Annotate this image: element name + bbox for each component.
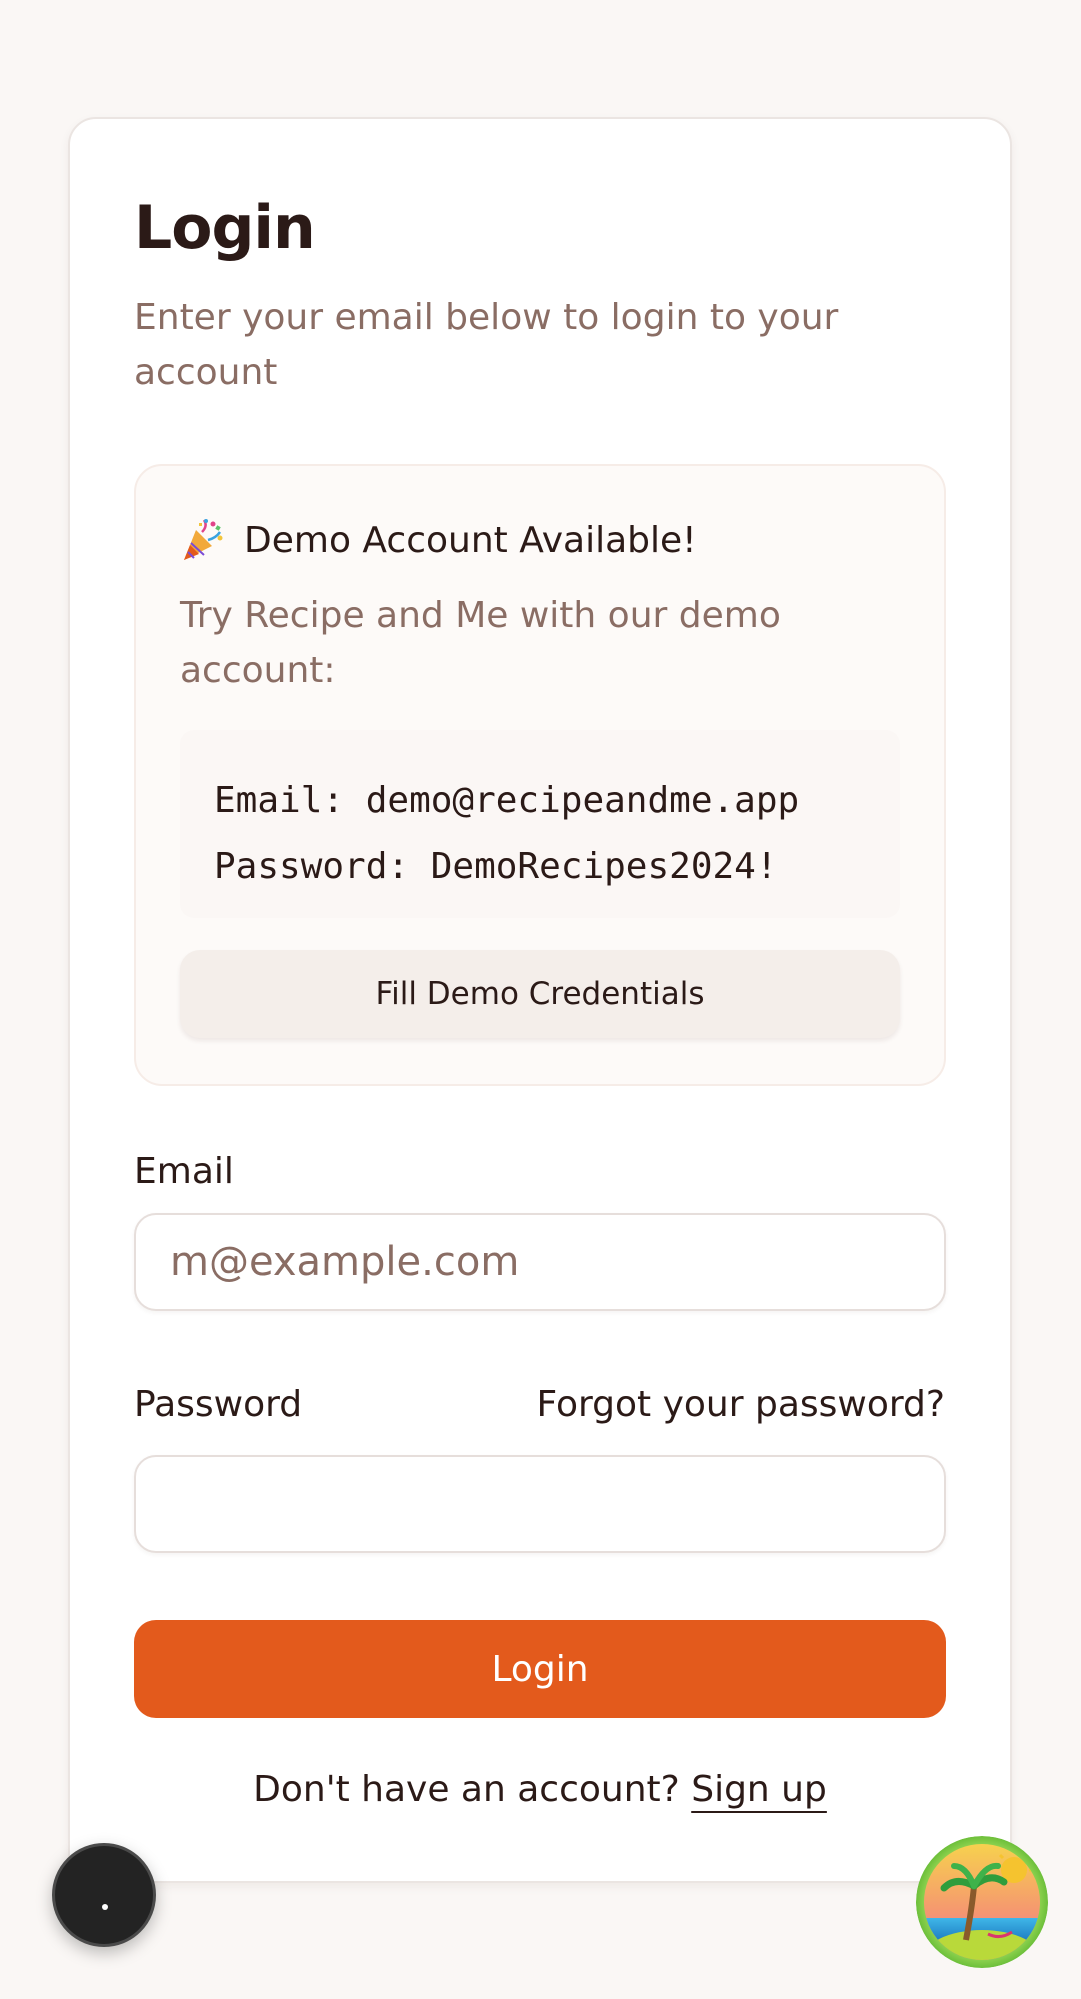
party-popper-icon bbox=[180, 518, 224, 562]
email-label: Email bbox=[134, 1151, 234, 1192]
demo-panel-description: Try Recipe and Me with our demo account: bbox=[180, 595, 781, 691]
avatar-button[interactable] bbox=[916, 1836, 1048, 1968]
signup-prompt: Don't have an account? Sign up bbox=[68, 1762, 1012, 1818]
fill-demo-credentials-button[interactable]: Fill Demo Credentials bbox=[180, 950, 900, 1038]
signup-link[interactable]: Sign up bbox=[691, 1769, 827, 1810]
beach-avatar-icon bbox=[916, 1836, 1048, 1968]
forgot-password-link[interactable]: Forgot your password? bbox=[537, 1380, 945, 1430]
dev-tools-icon bbox=[102, 1904, 108, 1910]
page-title: Login bbox=[134, 193, 316, 263]
demo-panel-title: Demo Account Available! bbox=[244, 519, 697, 561]
demo-panel-header: Demo Account Available! bbox=[180, 512, 697, 568]
demo-credentials-block: Email: demo@recipeandme.app Password: De… bbox=[180, 730, 900, 918]
page-subtitle: Enter your email below to login to your … bbox=[134, 297, 839, 393]
demo-email-line: Email: demo@recipeandme.app bbox=[214, 780, 800, 821]
password-field[interactable] bbox=[134, 1455, 946, 1553]
signup-prompt-text: Don't have an account? bbox=[253, 1769, 680, 1810]
dev-tools-button[interactable] bbox=[52, 1843, 156, 1947]
password-label: Password bbox=[134, 1384, 303, 1425]
login-button[interactable]: Login bbox=[134, 1620, 946, 1718]
email-field[interactable] bbox=[134, 1213, 946, 1311]
demo-password-line: Password: DemoRecipes2024! bbox=[214, 846, 778, 887]
